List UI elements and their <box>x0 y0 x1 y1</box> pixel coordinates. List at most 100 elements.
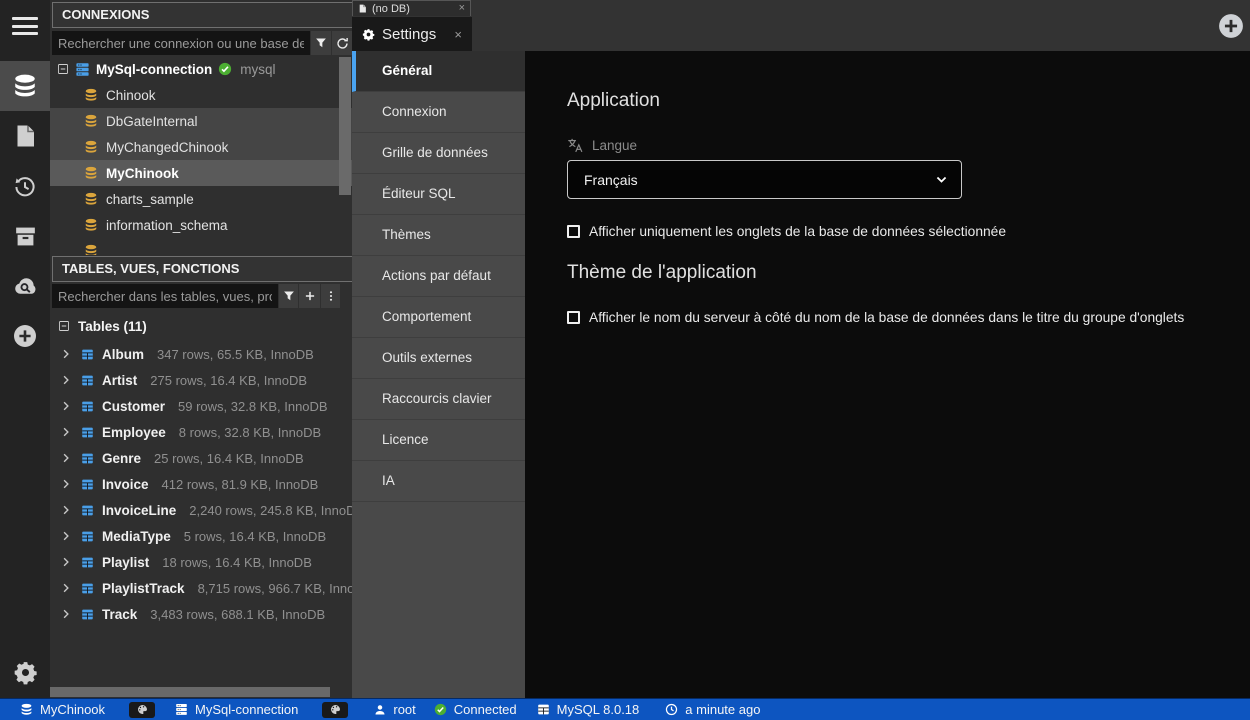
palette-icon <box>137 704 148 715</box>
gear-icon <box>362 28 375 41</box>
expand-chevron-icon[interactable] <box>60 530 72 542</box>
table-name: Playlist <box>102 554 150 570</box>
database-item[interactable]: MyChangedChinook <box>50 134 352 160</box>
tab-settings[interactable]: Settings × <box>352 17 472 51</box>
settings-menu-item[interactable]: Grille de données <box>352 133 525 174</box>
connections-search-input[interactable] <box>52 31 310 55</box>
menu-icon[interactable] <box>12 17 38 35</box>
connections-refresh-button[interactable] <box>332 31 352 55</box>
table-item[interactable]: PlaylistTrack 8,715 rows, 966.7 KB, InnoD… <box>50 575 352 601</box>
checkbox-only-selected-db-tabs[interactable] <box>567 225 580 238</box>
rail-history-icon[interactable] <box>0 162 50 212</box>
statusbar-database[interactable]: MyChinook <box>20 702 105 717</box>
connection-color-picker[interactable] <box>322 701 349 718</box>
database-item[interactable]: MyChinook <box>50 160 352 186</box>
table-name: Track <box>102 606 138 622</box>
icon-rail <box>0 0 50 698</box>
tables-add-button[interactable] <box>299 284 320 308</box>
database-color-picker[interactable] <box>129 701 156 718</box>
table-item[interactable]: Artist 275 rows, 16.4 KB, InnoDB <box>50 367 352 393</box>
expand-chevron-icon[interactable] <box>60 582 72 594</box>
expand-chevron-icon[interactable] <box>60 426 72 438</box>
table-icon <box>81 556 94 569</box>
database-item[interactable]: charts_sample <box>50 186 352 212</box>
settings-menu-item[interactable]: Actions par défaut <box>352 256 525 297</box>
database-icon <box>84 140 98 154</box>
expand-chevron-icon[interactable] <box>60 556 72 568</box>
tab-group-nodb[interactable]: (no DB) × <box>352 0 471 16</box>
tables-filter-button[interactable] <box>279 284 298 308</box>
expand-chevron-icon[interactable] <box>60 608 72 620</box>
expand-chevron-icon[interactable] <box>60 452 72 464</box>
connection-name: MySql-connection <box>96 61 213 77</box>
new-tab-plus-button[interactable] <box>1218 13 1244 39</box>
expand-chevron-icon[interactable] <box>60 374 72 386</box>
checkbox-show-server-name[interactable] <box>567 311 580 324</box>
rail-add-connection-icon[interactable] <box>0 311 50 361</box>
settings-menu-item[interactable]: Général <box>352 51 525 92</box>
expand-chevron-icon[interactable] <box>60 348 72 360</box>
database-item[interactable]: information_schema <box>50 212 352 238</box>
table-info: 347 rows, 65.5 KB, InnoDB <box>157 346 314 362</box>
tables-group-header[interactable]: Tables (11) <box>50 311 352 341</box>
database-item[interactable]: Chinook <box>50 82 352 108</box>
rail-settings-gear-icon[interactable] <box>0 647 50 697</box>
table-icon <box>81 348 94 361</box>
user-icon <box>374 704 386 716</box>
settings-menu-item[interactable]: Thèmes <box>352 215 525 256</box>
tables-search-input[interactable] <box>52 284 278 308</box>
rail-database-icon[interactable] <box>0 61 50 111</box>
table-icon <box>81 374 94 387</box>
connections-filter-button[interactable] <box>311 31 331 55</box>
settings-menu-item[interactable]: Éditeur SQL <box>352 174 525 215</box>
collapse-icon[interactable] <box>58 320 70 332</box>
language-select[interactable]: Français <box>567 160 962 199</box>
database-item-clipped[interactable] <box>50 238 352 255</box>
table-item[interactable]: Employee 8 rows, 32.8 KB, InnoDB <box>50 419 352 445</box>
table-info: 8 rows, 32.8 KB, InnoDB <box>178 424 322 440</box>
connection-item[interactable]: MySql-connection mysql <box>50 56 352 82</box>
settings-menu-item[interactable]: Licence <box>352 420 525 461</box>
table-item[interactable]: InvoiceLine 2,240 rows, 245.8 KB, InnoDB <box>50 497 352 523</box>
expand-chevron-icon[interactable] <box>60 504 72 516</box>
table-item[interactable]: Genre 25 rows, 16.4 KB, InnoDB <box>50 445 352 471</box>
settings-menu-item[interactable]: IA <box>352 461 525 502</box>
settings-menu-item[interactable]: Connexion <box>352 92 525 133</box>
collapse-icon[interactable] <box>57 63 69 75</box>
table-item[interactable]: Track 3,483 rows, 688.1 KB, InnoDB <box>50 601 352 627</box>
connections-scrollbar[interactable] <box>339 57 351 195</box>
tables-horizontal-scrollbar[interactable] <box>50 687 330 697</box>
tables-panel-title[interactable]: TABLES, VUES, FONCTIONS <box>52 256 352 282</box>
statusbar-user-name: root <box>393 702 416 717</box>
settings-menu-item[interactable]: Outils externes <box>352 338 525 379</box>
rail-file-icon[interactable] <box>0 111 50 161</box>
rail-archive-icon[interactable] <box>0 211 50 261</box>
statusbar-version: MySQL 8.0.18 <box>537 702 640 717</box>
settings-menu-item[interactable]: Raccourcis clavier <box>352 379 525 420</box>
close-group-icon[interactable]: × <box>459 3 465 14</box>
connections-panel-title[interactable]: CONNEXIONS <box>52 2 352 28</box>
database-item[interactable]: DbGateInternal <box>50 108 352 134</box>
table-item[interactable]: Playlist 18 rows, 16.4 KB, InnoDB <box>50 549 352 575</box>
table-info: 275 rows, 16.4 KB, InnoDB <box>150 372 308 388</box>
table-item[interactable]: Album 347 rows, 65.5 KB, InnoDB <box>50 341 352 367</box>
tab-strip: (no DB) × Settings × <box>352 0 1250 51</box>
statusbar-version-text: MySQL 8.0.18 <box>556 702 640 717</box>
settings-content: Application Langue Français Afficher uni… <box>525 51 1250 698</box>
statusbar-connection[interactable]: MySql-connection <box>175 702 298 717</box>
database-icon <box>84 244 98 255</box>
tables-menu-kebab-button[interactable] <box>321 284 340 308</box>
rail-cloud-search-icon[interactable] <box>0 261 50 311</box>
database-icon <box>84 218 98 232</box>
settings-menu-item[interactable]: Comportement <box>352 297 525 338</box>
statusbar-database-name: MyChinook <box>40 702 106 717</box>
table-item[interactable]: MediaType 5 rows, 16.4 KB, InnoDB <box>50 523 352 549</box>
table-item[interactable]: Customer 59 rows, 32.8 KB, InnoDB <box>50 393 352 419</box>
expand-chevron-icon[interactable] <box>60 478 72 490</box>
table-name: Album <box>102 346 144 362</box>
table-item[interactable]: Invoice 412 rows, 81.9 KB, InnoDB <box>50 471 352 497</box>
expand-chevron-icon[interactable] <box>60 400 72 412</box>
table-icon <box>81 504 94 517</box>
close-tab-icon[interactable]: × <box>454 28 462 41</box>
checkbox-show-server-name-label: Afficher le nom du serveur à côté du nom… <box>589 310 1185 325</box>
